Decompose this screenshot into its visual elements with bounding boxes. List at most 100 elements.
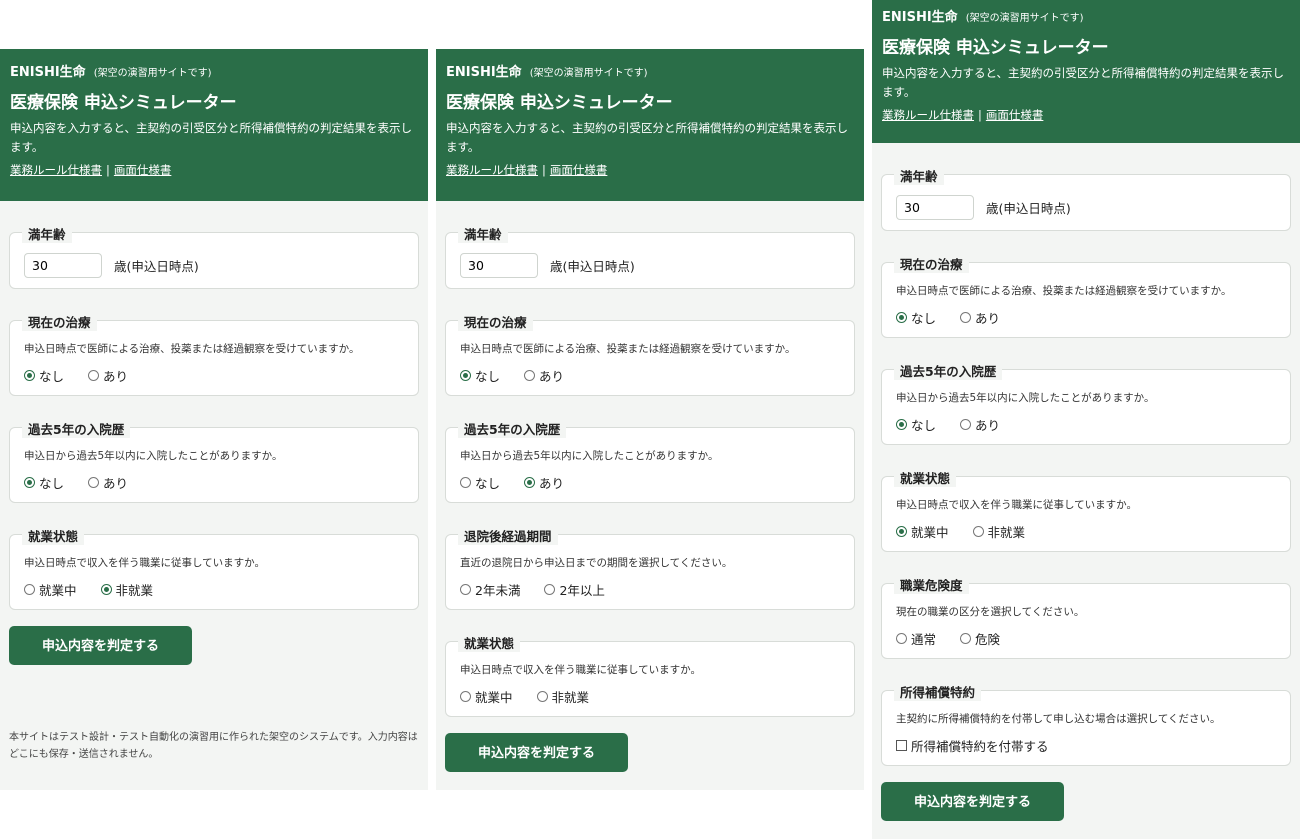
submit-button[interactable]: 申込内容を判定する	[881, 782, 1064, 821]
business-rules-link[interactable]: 業務ルール仕様書	[10, 163, 102, 177]
brand-name: ENISHI生命	[446, 65, 522, 80]
discharge-legend: 退院後経過期間	[458, 526, 558, 545]
screen-spec-link[interactable]: 画面仕様書	[114, 163, 172, 177]
employment-unemployed-option[interactable]: 非就業	[536, 687, 589, 706]
age-fieldset: 満年齢 歳(申込日時点)	[881, 166, 1291, 231]
age-legend: 満年齢	[22, 224, 72, 243]
risk-legend: 職業危険度	[894, 575, 969, 594]
screen-state-2: ENISHI生命 (架空の演習用サイトです) 医療保険 申込シミュレーター 申込内…	[436, 49, 864, 790]
link-separator: |	[542, 163, 546, 177]
link-separator: |	[978, 108, 982, 122]
employment-unemployed-option[interactable]: 非就業	[100, 580, 153, 599]
hospital-fieldset: 過去5年の入院歴 申込日から過去5年以内に入院したことがありますか。 なし あり	[445, 419, 855, 503]
business-rules-link[interactable]: 業務ルール仕様書	[882, 108, 974, 122]
employment-question: 申込日時点で収入を伴う職業に従事していますか。	[896, 499, 1137, 511]
rider-fieldset: 所得補償特約 主契約に所得補償特約を付帯して申し込む場合は選択してください。 所…	[881, 682, 1291, 766]
radio-icon[interactable]	[460, 370, 471, 381]
screen-state-3: ENISHI生命 (架空の演習用サイトです) 医療保険 申込シミュレーター 申込内…	[872, 0, 1300, 839]
hospital-yes-option[interactable]: あり	[88, 473, 128, 492]
radio-icon[interactable]	[896, 633, 907, 644]
employment-legend: 就業状態	[22, 526, 85, 545]
risk-question: 現在の職業の区分を選択してください。	[896, 606, 1085, 618]
page-title: 医療保険 申込シミュレーター	[10, 93, 237, 113]
age-fieldset: 満年齢 歳(申込日時点)	[445, 224, 855, 289]
site-header: ENISHI生命 (架空の演習用サイトです) 医療保険 申込シミュレーター 申込内…	[436, 49, 864, 201]
treatment-legend: 現在の治療	[894, 254, 969, 273]
footer-note: 本サイトはテスト設計・テスト自動化の演習用に作られた架空のシステムです。入力内容…	[9, 732, 418, 760]
radio-icon[interactable]	[460, 691, 471, 702]
discharge-question: 直近の退院日から申込日までの期間を選択してください。	[460, 557, 733, 569]
treatment-no-option[interactable]: なし	[460, 366, 500, 385]
hospital-yes-option[interactable]: あり	[524, 473, 564, 492]
radio-icon[interactable]	[100, 584, 112, 595]
radio-icon[interactable]	[536, 691, 548, 702]
employment-employed-option[interactable]: 就業中	[24, 580, 77, 599]
risk-normal-option[interactable]: 通常	[896, 629, 936, 648]
page-title: 医療保険 申込シミュレーター	[882, 38, 1109, 58]
hospital-no-option[interactable]: なし	[24, 473, 64, 492]
radio-icon[interactable]	[524, 477, 536, 488]
hospital-legend: 過去5年の入院歴	[22, 419, 131, 438]
radio-icon[interactable]	[24, 477, 35, 488]
treatment-no-option[interactable]: なし	[896, 308, 936, 327]
treatment-yes-option[interactable]: あり	[524, 366, 564, 385]
radio-icon[interactable]	[24, 584, 35, 595]
employment-employed-option[interactable]: 就業中	[460, 687, 513, 706]
radio-icon[interactable]	[896, 312, 907, 323]
employment-unemployed-option[interactable]: 非就業	[972, 522, 1025, 541]
treatment-no-option[interactable]: なし	[24, 366, 64, 385]
page-description: 申込内容を入力すると、主契約の引受区分と所得補償特約の判定結果を表示します。	[446, 121, 849, 154]
discharge-under-2y-option[interactable]: 2年未満	[460, 580, 520, 599]
radio-icon[interactable]	[896, 526, 907, 537]
treatment-question: 申込日時点で医師による治療、投薬または経過観察を受けていますか。	[460, 343, 796, 355]
treatment-legend: 現在の治療	[22, 312, 97, 331]
treatment-fieldset: 現在の治療 申込日時点で医師による治療、投薬または経過観察を受けていますか。 な…	[445, 312, 855, 396]
radio-icon[interactable]	[88, 370, 100, 381]
brand-note: (架空の演習用サイトです)	[93, 68, 212, 79]
checkbox-icon[interactable]	[896, 740, 907, 751]
screen-spec-link[interactable]: 画面仕様書	[986, 108, 1044, 122]
treatment-question: 申込日時点で医師による治療、投薬または経過観察を受けていますか。	[24, 343, 360, 355]
business-rules-link[interactable]: 業務ルール仕様書	[446, 163, 538, 177]
risk-danger-option[interactable]: 危険	[960, 629, 1000, 648]
brand-note: (架空の演習用サイトです)	[965, 13, 1084, 24]
hospital-yes-option[interactable]: あり	[960, 415, 1000, 434]
age-unit: 歳(申込日時点)	[986, 201, 1071, 216]
rider-checkbox-option[interactable]: 所得補償特約を付帯する	[896, 736, 1049, 755]
treatment-legend: 現在の治療	[458, 312, 533, 331]
treatment-fieldset: 現在の治療 申込日時点で医師による治療、投薬または経過観察を受けていますか。 な…	[9, 312, 419, 396]
radio-icon[interactable]	[460, 584, 471, 595]
employment-employed-option[interactable]: 就業中	[896, 522, 949, 541]
age-fieldset: 満年齢 歳(申込日時点)	[9, 224, 419, 289]
radio-icon[interactable]	[460, 477, 471, 488]
page-title: 医療保険 申込シミュレーター	[446, 93, 673, 113]
radio-icon[interactable]	[544, 584, 556, 595]
submit-button[interactable]: 申込内容を判定する	[445, 733, 628, 772]
hospital-no-option[interactable]: なし	[460, 473, 500, 492]
radio-icon[interactable]	[896, 419, 907, 430]
radio-icon[interactable]	[972, 526, 984, 537]
age-legend: 満年齢	[894, 166, 944, 185]
screen-spec-link[interactable]: 画面仕様書	[550, 163, 608, 177]
radio-icon[interactable]	[960, 312, 972, 323]
age-input[interactable]	[896, 195, 974, 220]
age-input[interactable]	[24, 253, 102, 278]
hospital-fieldset: 過去5年の入院歴 申込日から過去5年以内に入院したことがありますか。 なし あり	[9, 419, 419, 503]
hospital-no-option[interactable]: なし	[896, 415, 936, 434]
employment-fieldset: 就業状態 申込日時点で収入を伴う職業に従事していますか。 就業中 非就業	[445, 633, 855, 717]
hospital-question: 申込日から過去5年以内に入院したことがありますか。	[896, 392, 1155, 404]
age-unit: 歳(申込日時点)	[550, 259, 635, 274]
treatment-yes-option[interactable]: あり	[88, 366, 128, 385]
submit-button[interactable]: 申込内容を判定する	[9, 626, 192, 665]
rider-question: 主契約に所得補償特約を付帯して申し込む場合は選択してください。	[896, 713, 1221, 725]
hospital-question: 申込日から過去5年以内に入院したことがありますか。	[24, 450, 283, 462]
radio-icon[interactable]	[960, 419, 972, 430]
radio-icon[interactable]	[524, 370, 536, 381]
page-description: 申込内容を入力すると、主契約の引受区分と所得補償特約の判定結果を表示します。	[10, 121, 413, 154]
treatment-yes-option[interactable]: あり	[960, 308, 1000, 327]
radio-icon[interactable]	[960, 633, 972, 644]
radio-icon[interactable]	[88, 477, 100, 488]
age-input[interactable]	[460, 253, 538, 278]
radio-icon[interactable]	[24, 370, 35, 381]
discharge-over-2y-option[interactable]: 2年以上	[544, 580, 605, 599]
